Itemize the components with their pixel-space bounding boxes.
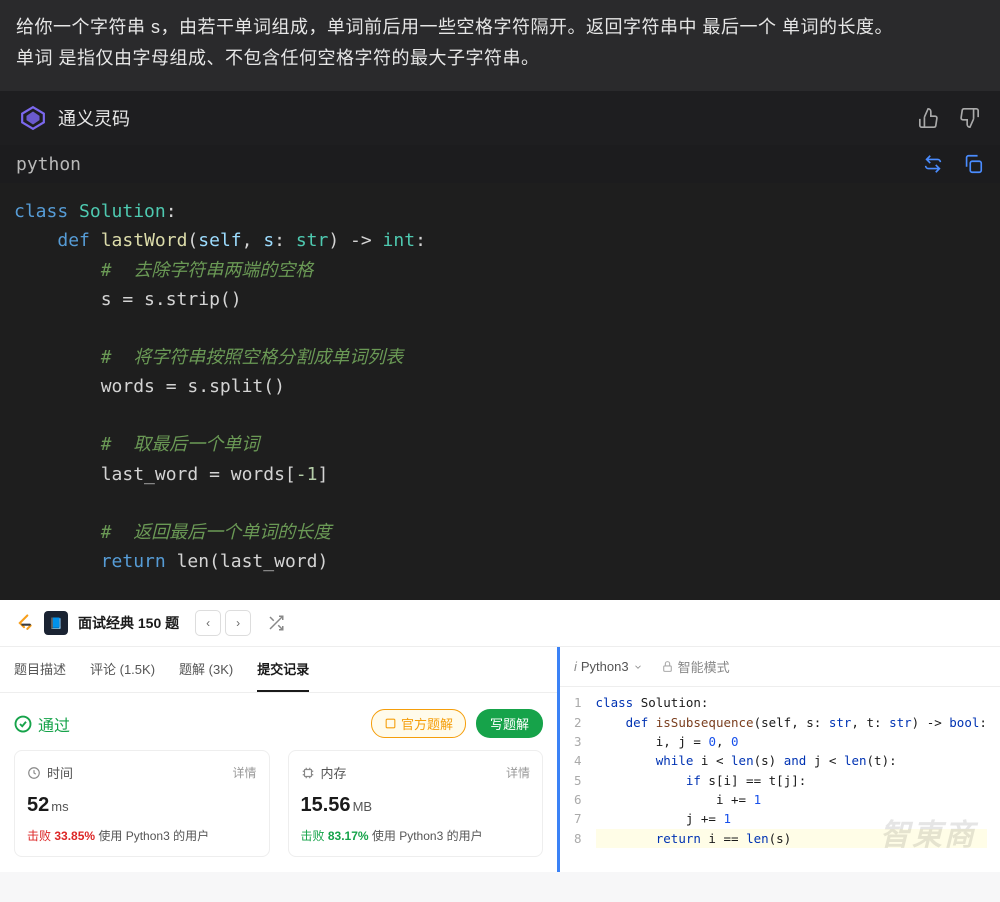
memory-label: 内存 — [321, 763, 347, 782]
tab-discuss[interactable]: 评论 (1.5K) — [90, 647, 155, 692]
pass-label: 通过 — [38, 712, 70, 736]
code-editor[interactable]: 12345678 class Solution: def isSubsequen… — [560, 687, 1000, 872]
thumbs-down-icon[interactable] — [958, 107, 980, 129]
chevron-down-icon — [633, 662, 643, 672]
ai-logo-icon — [20, 105, 46, 131]
time-label: 时间 — [47, 763, 73, 782]
time-beat: 击败 33.85% 使用 Python3 的用户 — [27, 827, 257, 844]
tab-submissions[interactable]: 提交记录 — [257, 647, 309, 692]
code-language: python — [16, 154, 81, 175]
memory-value: 15.56MB — [301, 794, 531, 817]
code-lang-bar: python — [0, 145, 1000, 183]
problem-description: 给你一个字符串 s，由若干单词组成，单词前后用一些空格字符隔开。返回字符串中 最… — [0, 0, 1000, 91]
tabs: 题目描述 评论 (1.5K) 题解 (3K) 提交记录 — [0, 647, 557, 693]
line-numbers: 12345678 — [560, 687, 592, 872]
official-solution-button[interactable]: 官方题解 — [371, 709, 466, 738]
time-value: 52ms — [27, 794, 257, 817]
tab-solutions[interactable]: 题解 (3K) — [179, 647, 233, 692]
right-panel: i Python3 智能模式 12345678 class Solution: … — [560, 647, 1000, 872]
problem-line1: 给你一个字符串 s，由若干单词组成，单词前后用一些空格字符隔开。返回字符串中 最… — [16, 12, 984, 43]
memory-beat: 击败 83.17% 使用 Python3 的用户 — [301, 827, 531, 844]
code-block: class Solution: def lastWord(self, s: st… — [0, 183, 1000, 600]
problem-line2: 单词 是指仅由字母组成、不包含任何空格字符的最大子字符串。 — [16, 43, 984, 74]
write-solution-button[interactable]: 写题解 — [476, 709, 543, 738]
thumbs-up-icon[interactable] — [918, 107, 940, 129]
language-select[interactable]: i Python3 — [574, 659, 643, 674]
leetcode-logo-icon[interactable] — [14, 613, 34, 633]
ai-name: 通义灵码 — [58, 105, 130, 131]
time-card: 时间 详情 52ms 击败 33.85% 使用 Python3 的用户 — [14, 750, 270, 857]
clock-icon — [27, 766, 41, 780]
book-icon[interactable]: 📘 — [44, 611, 68, 635]
memory-card: 内存 详情 15.56MB 击败 83.17% 使用 Python3 的用户 — [288, 750, 544, 857]
memory-icon — [301, 766, 315, 780]
next-button[interactable]: › — [225, 610, 251, 636]
lock-icon — [661, 660, 674, 673]
prev-button[interactable]: ‹ — [195, 610, 221, 636]
left-panel: 题目描述 评论 (1.5K) 题解 (3K) 提交记录 通过 官方题解 写题解 — [0, 647, 560, 872]
ai-header: 通义灵码 — [0, 91, 1000, 145]
editor-code[interactable]: class Solution: def isSubsequence(self, … — [592, 687, 995, 872]
tab-description[interactable]: 题目描述 — [14, 647, 66, 692]
copy-icon[interactable] — [962, 153, 984, 175]
editor-mode[interactable]: 智能模式 — [661, 657, 730, 676]
insert-code-icon[interactable] — [922, 153, 944, 175]
pass-badge: 通过 — [14, 712, 70, 736]
memory-detail-link[interactable]: 详情 — [506, 764, 530, 781]
time-detail-link[interactable]: 详情 — [232, 764, 256, 781]
book-title[interactable]: 面试经典 150 题 — [78, 613, 179, 633]
navbar: 📘 面试经典 150 题 ‹ › — [0, 600, 1000, 647]
shuffle-icon[interactable] — [267, 614, 285, 632]
